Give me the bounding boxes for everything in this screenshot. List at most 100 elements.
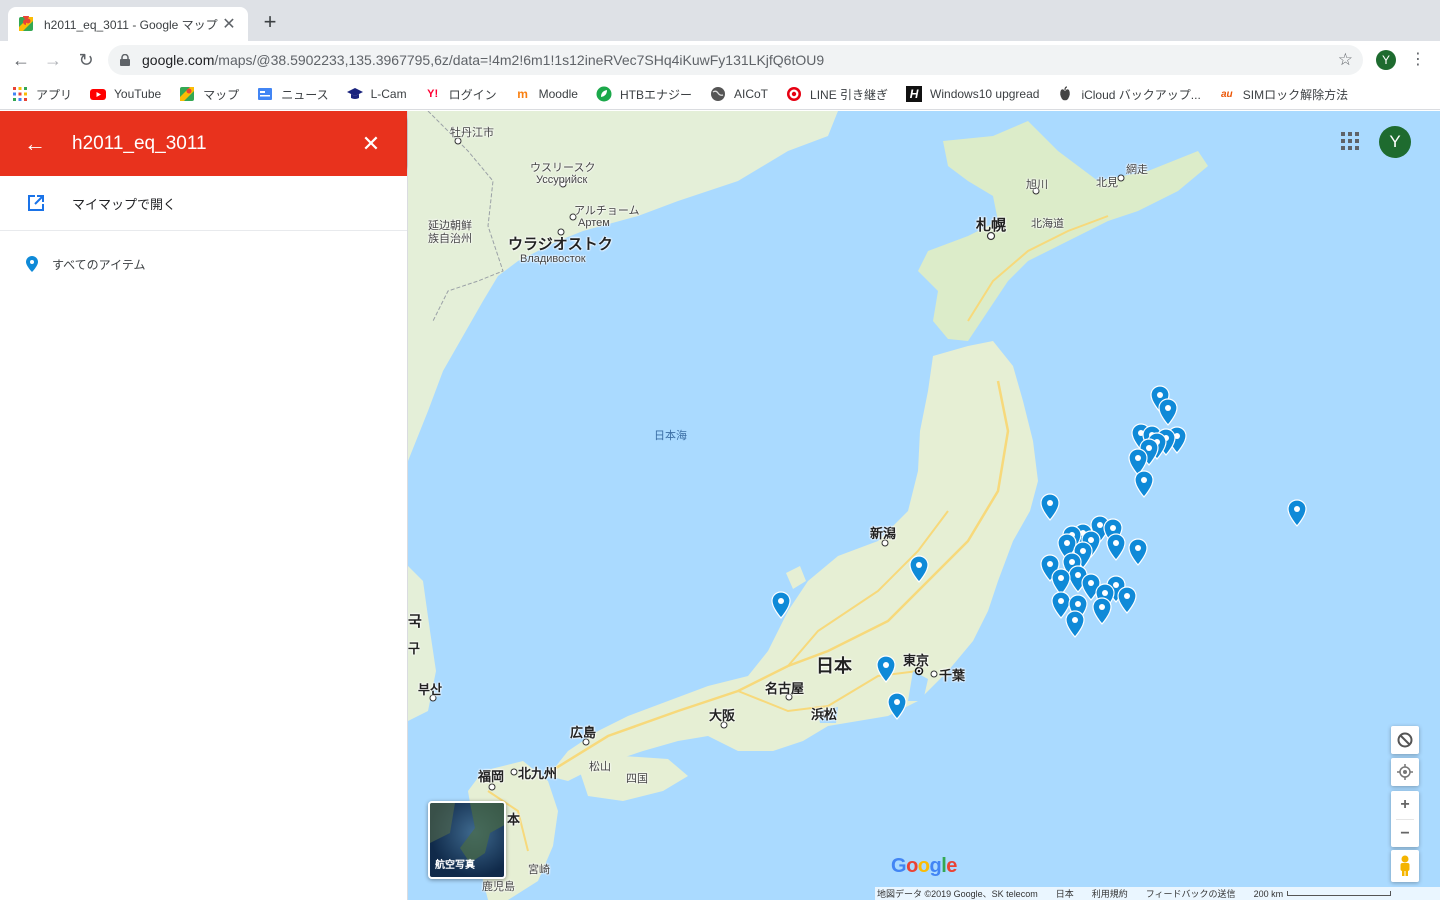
back-arrow-icon[interactable]: ←: [24, 131, 48, 157]
earthquake-marker[interactable]: [1158, 398, 1178, 426]
feedback-link[interactable]: フィードバックの送信: [1146, 887, 1236, 900]
bookmark-star-icon[interactable]: ☆: [1338, 50, 1353, 70]
earthquake-marker[interactable]: [1133, 469, 1154, 498]
label-yanbian-2: 族自治州: [428, 233, 472, 245]
bookmark-label: L-Cam: [370, 87, 407, 101]
earthquake-marker[interactable]: [1287, 499, 1307, 527]
earthquake-marker[interactable]: [1092, 597, 1112, 625]
google-apps-icon[interactable]: [1340, 131, 1360, 151]
browser-menu-icon[interactable]: ⋮: [1410, 50, 1426, 70]
earthquake-marker[interactable]: [908, 555, 929, 584]
reload-icon[interactable]: ↻: [75, 49, 97, 71]
label-shikoku: 四国: [626, 773, 648, 785]
leaf-icon: [596, 86, 612, 102]
tab-strip: h2011_eq_3011 - Google マップ ✕ +: [0, 0, 1440, 41]
earthquake-marker[interactable]: [886, 692, 907, 720]
label-mudanjiang: 牡丹江市: [450, 127, 494, 139]
url-text: google.com/maps/@38.5902233,135.3967795,…: [142, 52, 824, 68]
bookmark-moodle[interactable]: m Moodle: [515, 86, 578, 102]
open-in-mymaps-link[interactable]: マイマップで開く: [0, 176, 407, 231]
au-icon: au: [1220, 88, 1233, 100]
label-osaka: 大阪: [709, 708, 736, 723]
label-korea-edge-1: 국: [408, 613, 422, 630]
maps-favicon-icon: [19, 16, 33, 31]
open-external-icon: [28, 195, 44, 211]
bookmark-line[interactable]: LINE 引き継ぎ: [786, 86, 888, 103]
pegman-icon: [1400, 855, 1410, 876]
earthquake-marker[interactable]: [1040, 493, 1060, 522]
zoom-in-button[interactable]: +: [1400, 791, 1409, 819]
scale-bar: [1287, 891, 1392, 896]
map-canvas[interactable]: 牡丹江市 ウスリースク Уссурийск アルチョーム Артем 延边朝鲜 …: [408, 111, 1440, 900]
bookmark-apps[interactable]: アプリ: [12, 86, 72, 103]
earthquake-marker[interactable]: [875, 655, 896, 683]
open-in-mymaps-label: マイマップで開く: [72, 196, 177, 212]
bookmark-icloud[interactable]: iCloud バックアップ...: [1057, 86, 1201, 103]
bookmark-label: Windows10 upgread: [930, 87, 1040, 101]
my-location-button[interactable]: [1391, 758, 1419, 786]
region-link[interactable]: 日本: [1056, 887, 1074, 900]
label-sapporo: 札幌: [976, 217, 1007, 234]
earthquake-marker[interactable]: [1117, 586, 1137, 614]
close-icon[interactable]: ✕: [359, 131, 383, 157]
map-basemap: [408, 111, 1208, 900]
crosshair-icon: [1397, 764, 1413, 780]
attribution-bar: 地図データ ©2019 Google、SK telecom 日本 利用規約 フィ…: [875, 887, 1440, 900]
earthquake-marker[interactable]: [771, 591, 791, 620]
back-arrow-icon[interactable]: ←: [10, 49, 32, 71]
h-icon: H: [906, 86, 923, 102]
zoom-out-button[interactable]: −: [1400, 820, 1409, 847]
label-tokyo: 東京: [903, 653, 930, 668]
label-ussuriysk-ru: Уссурийск: [536, 174, 588, 186]
address-bar[interactable]: google.com/maps/@38.5902233,135.3967795,…: [108, 45, 1363, 75]
earthquake-marker[interactable]: [1065, 610, 1085, 638]
scale-label: 200 km: [1253, 888, 1284, 899]
satellite-toggle[interactable]: 航空写真: [428, 801, 506, 879]
traffic-layer-button[interactable]: [1391, 726, 1419, 754]
browser-tab[interactable]: h2011_eq_3011 - Google マップ ✕: [8, 7, 248, 41]
marker-pin-icon: [1092, 597, 1112, 625]
earthquake-marker[interactable]: [1106, 533, 1126, 561]
bookmark-news[interactable]: ニュース: [257, 86, 329, 103]
bookmark-youtube[interactable]: YouTube: [90, 86, 161, 102]
new-tab-button[interactable]: +: [258, 10, 282, 34]
bookmark-label: SIMロック解除方法: [1242, 87, 1349, 102]
label-korea-edge-2: 구: [408, 641, 420, 656]
bookmark-maps[interactable]: マップ: [179, 86, 239, 103]
all-items-layer[interactable]: すべてのアイテム: [0, 231, 407, 297]
label-artyom: アルチョーム: [574, 205, 640, 217]
account-avatar[interactable]: Y: [1379, 126, 1411, 158]
maps-icon: [180, 87, 195, 101]
bookmark-label: iCloud バックアップ...: [1081, 87, 1201, 102]
label-nagoya: 名古屋: [765, 681, 805, 696]
label-miyazaki: 宮崎: [528, 864, 550, 876]
marker-pin-icon: [1133, 469, 1154, 498]
bookmark-htb[interactable]: HTBエナジー: [596, 86, 692, 103]
map-data-credit: 地図データ ©2019 Google、SK telecom: [877, 889, 1038, 899]
label-kyushu-edge: 本: [507, 812, 521, 827]
forward-arrow-icon[interactable]: →: [42, 49, 64, 71]
bookmark-yahoo-login[interactable]: Y! ログイン: [425, 86, 497, 103]
terms-link[interactable]: 利用規約: [1092, 887, 1128, 900]
marker-pin-icon: [1040, 493, 1060, 522]
marker-pin-icon: [908, 555, 929, 584]
earthquake-marker[interactable]: [1128, 538, 1148, 567]
label-kitami: 北見: [1096, 177, 1118, 189]
street-view-pegman[interactable]: [1391, 850, 1419, 882]
bookmark-aicot[interactable]: AICoT: [710, 86, 768, 102]
apps-grid-icon: [13, 87, 27, 101]
label-artyom-ru: Артем: [578, 217, 610, 229]
marker-pin-icon: [886, 692, 907, 720]
map-title: h2011_eq_3011: [72, 132, 207, 154]
url-host: google.com: [142, 52, 215, 68]
bookmark-windows10[interactable]: H Windows10 upgread: [906, 86, 1039, 102]
tab-close-icon[interactable]: ✕: [220, 14, 238, 34]
target-icon: [787, 87, 802, 101]
globe-icon: [711, 87, 725, 101]
bookmark-simlock[interactable]: au SIMロック解除方法: [1219, 86, 1348, 103]
sidebar-header: ← h2011_eq_3011 ✕: [0, 111, 407, 176]
bookmark-lcam[interactable]: L-Cam: [346, 86, 407, 102]
label-hamamatsu: 浜松: [811, 707, 838, 722]
profile-avatar[interactable]: Y: [1376, 50, 1396, 70]
label-abashiri: 網走: [1126, 164, 1148, 176]
